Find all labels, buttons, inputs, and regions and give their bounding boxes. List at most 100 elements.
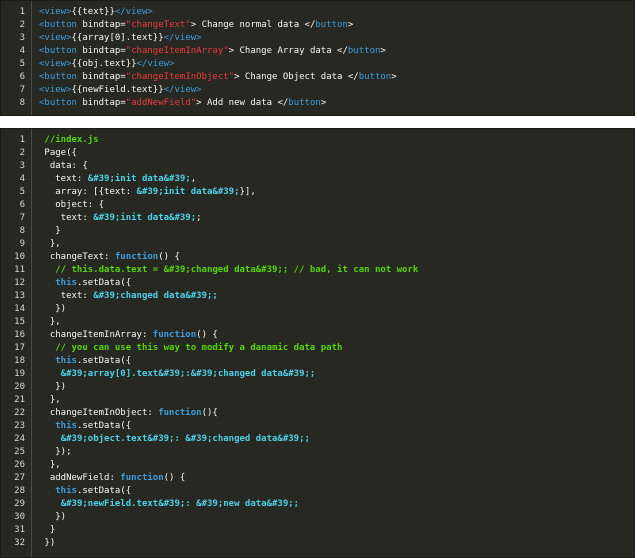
- code-token: &#39;init data&#39;: [136, 187, 240, 197]
- code-text: },: [39, 394, 61, 407]
- code-token: bindtap=: [76, 20, 126, 30]
- code-token: > Change normal data </: [190, 20, 316, 30]
- code-token: &#39;init data&#39;: [87, 174, 191, 184]
- code-token: },: [39, 460, 61, 470]
- code-line: 9 },: [1, 238, 634, 251]
- js-code-block: 1 //index.js 2 Page({3 data: {4 text: &#3…: [0, 128, 635, 558]
- code-line: 14 }): [1, 303, 634, 316]
- code-text: <view>{{array[0].text}}</view>: [39, 32, 202, 45]
- code-token: <button: [39, 72, 77, 82]
- code-token: () {: [163, 473, 186, 483]
- code-token: () {: [196, 330, 218, 340]
- code-line: 28 this.setData({: [1, 485, 634, 498]
- code-token: changeText:: [39, 252, 115, 262]
- code-token: text:: [39, 174, 88, 184]
- code-token: function: [158, 408, 202, 418]
- code-line: 25 });: [1, 446, 634, 459]
- code-token: this: [55, 421, 77, 431]
- code-line: 23 this.setData({: [1, 420, 634, 433]
- code-text: &#39;array[0].text&#39;:&#39;changed dat…: [39, 368, 316, 381]
- code-text: this.setData({: [39, 277, 131, 290]
- code-token: }],: [239, 187, 256, 197]
- code-token: <view>: [39, 85, 72, 95]
- code-token: {{obj.text}}: [71, 59, 137, 69]
- line-number: 5: [19, 187, 25, 197]
- code-line: 7 <view>{{newField.text}}</view>: [1, 84, 634, 97]
- code-token: <view>: [39, 33, 72, 43]
- code-token: >: [380, 46, 386, 56]
- code-text: changeItemInObject: function(){: [39, 407, 218, 420]
- code-line: 24 &#39;object.text&#39;: &#39;changed d…: [1, 433, 634, 446]
- code-text: &#39;newField.text&#39;: &#39;new data&#…: [39, 498, 299, 511]
- code-token: > Add new data </: [196, 98, 289, 108]
- line-number: 23: [14, 421, 25, 431]
- code-line: 6 object: {: [1, 199, 634, 212]
- line-number: 2: [19, 20, 25, 30]
- code-token: <view>: [39, 7, 72, 17]
- code-token: }: [39, 525, 56, 535]
- code-token: array: [{text:: [39, 187, 137, 197]
- code-line: 7 text: &#39;init data&#39;;: [1, 212, 634, 225]
- code-token: text:: [39, 291, 94, 301]
- code-token: .setData({: [76, 278, 132, 288]
- code-line: 11 // this.data.text = &#39;changed data…: [1, 264, 634, 277]
- code-token: }: [39, 226, 61, 236]
- code-text: this.setData({: [39, 485, 131, 498]
- code-line: 2 Page({: [1, 147, 634, 160]
- code-text: <button bindtap="addNewField"> Add new d…: [39, 97, 326, 110]
- code-text: <view>{{obj.text}}</view>: [39, 58, 174, 71]
- code-token: button: [358, 72, 392, 82]
- code-token: () {: [158, 252, 180, 262]
- code-text: }): [39, 511, 66, 524]
- code-token: // you can use this way to modify a dana…: [39, 343, 343, 353]
- code-token: Page({: [39, 148, 77, 158]
- line-number: 24: [14, 434, 25, 444]
- code-text: // this.data.text = &#39;changed data&#3…: [39, 264, 418, 277]
- code-lines: 1 <view>{{text}}</view> 2 <button bindtap="…: [1, 6, 634, 110]
- code-line: 29 &#39;newField.text&#39;: &#39;new dat…: [1, 498, 634, 511]
- code-token: >: [391, 72, 397, 82]
- code-token: &#39;array[0].text&#39;:&#39;changed dat…: [60, 369, 316, 379]
- line-number: 3: [19, 33, 25, 43]
- line-number: 7: [19, 85, 25, 95]
- code-token: ;: [196, 213, 202, 223]
- code-line: 17 // you can use this way to modify a d…: [1, 342, 634, 355]
- code-text: }: [39, 524, 55, 537]
- line-number: 4: [19, 174, 25, 184]
- code-text: }): [39, 303, 66, 316]
- code-line: 3 <view>{{array[0].text}}</view>: [1, 32, 634, 45]
- code-token: addNewField:: [39, 473, 121, 483]
- code-token: bindtap=: [76, 98, 126, 108]
- line-number: 17: [14, 343, 25, 353]
- code-text: data: {: [39, 160, 88, 173]
- code-text: }): [39, 537, 55, 550]
- code-text: }): [39, 381, 66, 394]
- code-text: <button bindtap="changeItemInObject"> Ch…: [39, 71, 397, 84]
- code-token: data: {: [39, 161, 88, 171]
- line-number: 5: [19, 59, 25, 69]
- line-number: 1: [19, 135, 25, 145]
- code-line: 8 }: [1, 225, 634, 238]
- code-token: {{newField.text}}: [71, 85, 164, 95]
- line-number: 21: [14, 395, 25, 405]
- line-number: 8: [19, 98, 25, 108]
- line-number: 7: [19, 213, 25, 223]
- code-token: button: [315, 20, 348, 30]
- code-token: },: [39, 395, 61, 405]
- code-token: text:: [39, 213, 94, 223]
- code-line: 1 //index.js: [1, 134, 634, 147]
- line-number: 18: [14, 356, 25, 366]
- code-text: text: &#39;changed data&#39;;: [39, 290, 218, 303]
- code-token: <view>: [39, 59, 72, 69]
- code-line: 2 <button bindtap="changeText"> Change no…: [1, 19, 634, 32]
- code-token: this: [55, 278, 77, 288]
- code-token: }): [39, 512, 67, 522]
- code-token: }): [39, 304, 67, 314]
- code-line: 26 },: [1, 459, 634, 472]
- code-text: changeText: function() {: [39, 251, 180, 264]
- code-line: 18 this.setData({: [1, 355, 634, 368]
- code-token: </view>: [114, 7, 153, 17]
- code-line: 1 <view>{{text}}</view>: [1, 6, 634, 19]
- code-token: "changeItemInArray": [125, 46, 229, 56]
